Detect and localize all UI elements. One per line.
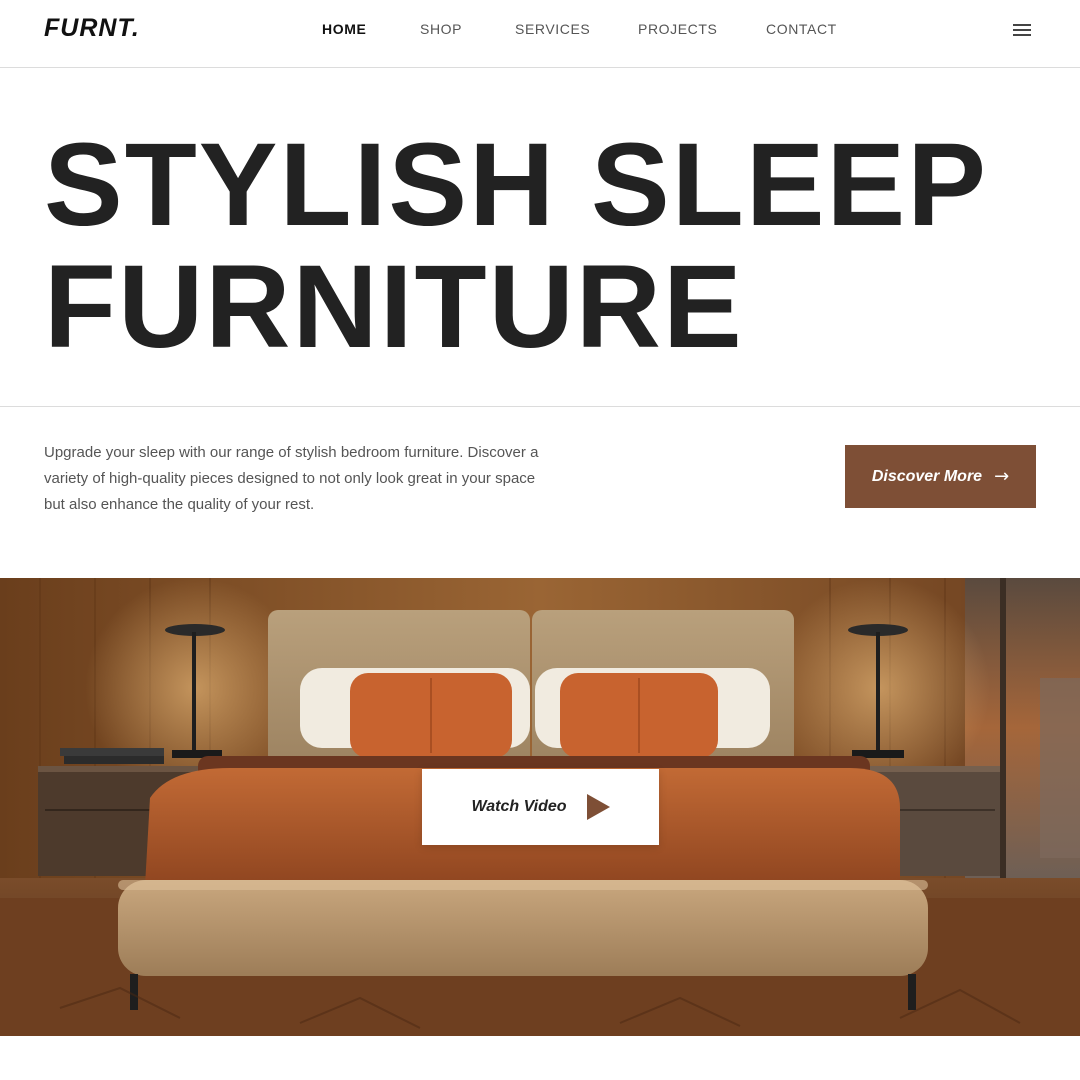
nav-item-services[interactable]: SERVICES	[515, 21, 590, 37]
nav-item-projects[interactable]: PROJECTS	[638, 21, 717, 37]
main-nav: HOME SHOP SERVICES PROJECTS CONTACT	[0, 21, 1080, 41]
watch-video-label: Watch Video	[471, 798, 567, 815]
nav-item-contact[interactable]: CONTACT	[766, 21, 837, 37]
hero-title: STYLISH SLEEP FURNITURE	[44, 124, 1044, 368]
section-divider	[0, 406, 1080, 407]
watch-video-button[interactable]: Watch Video	[422, 769, 659, 845]
site-header: FURNT. HOME SHOP SERVICES PROJECTS CONTA…	[0, 0, 1080, 68]
discover-more-button[interactable]: Discover More →	[845, 445, 1036, 508]
hero-description-line-1: Upgrade your sleep with our range of sty…	[44, 444, 539, 461]
nav-item-home[interactable]: HOME	[322, 21, 366, 37]
hero-description-line-3: but also enhance the quality of your res…	[44, 496, 315, 513]
hero-title-line-1: STYLISH SLEEP	[44, 119, 988, 251]
nav-item-shop[interactable]: SHOP	[420, 21, 462, 37]
hamburger-menu-icon[interactable]	[1013, 24, 1031, 36]
hero-description: Upgrade your sleep with our range of sty…	[44, 440, 604, 518]
discover-more-label: Discover More	[871, 467, 983, 485]
next-section-edge	[0, 1036, 1080, 1080]
hero-description-line-2: variety of high-quality pieces designed …	[44, 470, 536, 487]
arrow-right-icon: →	[994, 466, 1010, 487]
hero-title-line-2: FURNITURE	[44, 241, 744, 373]
play-icon	[586, 794, 610, 820]
